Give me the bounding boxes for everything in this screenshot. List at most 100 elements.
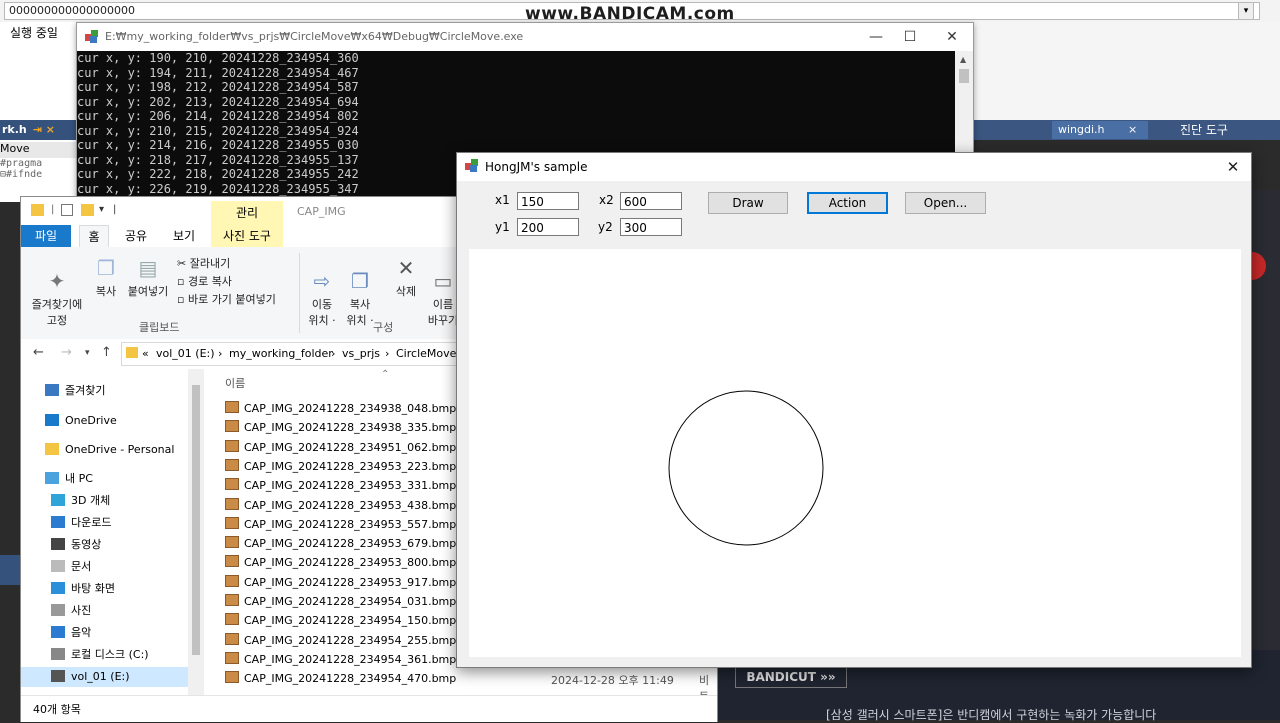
back-icon[interactable]: ← xyxy=(33,345,44,360)
sample-titlebar[interactable]: HongJM's sample ✕ xyxy=(457,153,1251,181)
desktop-icon xyxy=(51,582,65,594)
list-item[interactable]: CAP_IMG_20241228_234953_679.bmp xyxy=(225,534,456,553)
recent-chevron-icon[interactable]: ▾ xyxy=(85,348,90,358)
nav-item[interactable]: 음악 xyxy=(51,623,91,643)
breadcrumb-separator[interactable]: › xyxy=(331,343,335,365)
minimize-icon[interactable]: — xyxy=(861,27,891,47)
nav-item-label: 동영상 xyxy=(71,538,102,551)
file-name: CAP_IMG_20241228_234951_062.bmp xyxy=(244,440,457,454)
list-item[interactable]: CAP_IMG_20241228_234954_031.bmp xyxy=(225,592,456,611)
new-folder-icon[interactable] xyxy=(81,204,94,216)
list-item[interactable]: CAP_IMG_20241228_234953_557.bmp xyxy=(225,515,456,534)
copy-button[interactable]: ❐ 복사 xyxy=(91,255,121,299)
list-item[interactable]: CAP_IMG_20241228_234954_361.bmp xyxy=(225,650,456,669)
list-item[interactable]: CAP_IMG_20241228_234953_800.bmp xyxy=(225,553,456,572)
breadcrumb-segment[interactable]: my_working_folder xyxy=(229,343,333,365)
column-header-name[interactable]: 이름 xyxy=(225,375,245,391)
cloud-icon xyxy=(45,414,59,426)
breadcrumb-separator[interactable]: › xyxy=(218,343,222,365)
copy-path-icon: ▫ xyxy=(177,275,188,288)
breadcrumb-more[interactable]: « xyxy=(142,343,149,365)
scrollbar-thumb[interactable] xyxy=(959,69,969,83)
action-button[interactable]: Action xyxy=(807,192,888,214)
nav-item[interactable]: OneDrive xyxy=(45,411,117,431)
list-item[interactable]: CAP_IMG_20241228_234938_335.bmp xyxy=(225,418,456,437)
close-icon[interactable]: × xyxy=(1128,123,1137,136)
paste-button[interactable]: ▤ 붙여넣기 xyxy=(125,255,171,299)
scroll-up-icon[interactable]: ▲ xyxy=(960,55,966,64)
tab-view[interactable]: 보기 xyxy=(169,225,199,247)
nav-item[interactable]: vol_01 (E:) xyxy=(21,667,188,687)
nav-item[interactable]: 사진 xyxy=(51,601,91,621)
image-file-icon xyxy=(225,613,239,626)
draw-button[interactable]: Draw xyxy=(708,192,788,214)
list-item[interactable]: CAP_IMG_20241228_234954_150.bmp xyxy=(225,611,456,630)
sort-up-icon: ⌃ xyxy=(381,369,390,380)
pc-icon xyxy=(45,472,59,484)
scrollbar-thumb[interactable] xyxy=(192,385,200,655)
nav-item[interactable]: 3D 개체 xyxy=(51,491,110,511)
list-item[interactable]: CAP_IMG_20241228_234954_470.bmp xyxy=(225,669,456,688)
nav-item[interactable]: 다운로드 xyxy=(51,513,111,533)
close-icon[interactable]: ✕ xyxy=(1221,156,1245,178)
file-name: CAP_IMG_20241228_234953_917.bmp xyxy=(244,575,457,589)
console-titlebar[interactable]: E:₩my_working_folder₩vs_prjs₩CircleMove₩… xyxy=(77,23,973,51)
y1-input[interactable]: 200 xyxy=(517,218,579,236)
nav-item[interactable]: 바탕 화면 xyxy=(51,579,115,599)
nav-item[interactable]: 동영상 xyxy=(51,535,101,555)
list-item[interactable]: CAP_IMG_20241228_234938_048.bmp xyxy=(225,399,456,418)
cube-icon xyxy=(51,494,65,506)
tab-file[interactable]: 파일 xyxy=(21,225,71,247)
breadcrumb-segment[interactable]: CircleMove xyxy=(396,343,456,365)
nav-item[interactable]: 즐겨찾기 xyxy=(45,381,105,401)
tab-wingdi[interactable]: wingdi.h × xyxy=(1052,121,1148,139)
y2-input[interactable]: 300 xyxy=(620,218,682,236)
console-line: cur x, y: 210, 215, 20241228_234954_924 xyxy=(77,123,359,138)
open-button[interactable]: Open... xyxy=(905,192,986,214)
chevron-down-icon[interactable]: ▾ xyxy=(1238,2,1254,20)
rename-button[interactable]: ▭ 이름 바꾸기 xyxy=(427,255,459,328)
pin-icon[interactable]: ⇥ × xyxy=(33,123,55,136)
ide-project-label: Move xyxy=(0,142,80,158)
ide-code-editor[interactable]: #pragma ⊟#ifnde xyxy=(0,158,80,198)
delete-button[interactable]: ✕ 삭제 xyxy=(391,255,421,299)
image-file-icon xyxy=(225,478,239,491)
cut-button[interactable]: ✂ 잘라내기 xyxy=(177,255,230,271)
ide-file-tab[interactable]: rk.h ⇥ × xyxy=(0,120,82,140)
up-icon[interactable]: ↑ xyxy=(101,345,112,360)
tab-manage[interactable]: 관리 xyxy=(211,201,283,225)
nav-item[interactable]: 로컬 디스크 (C:) xyxy=(51,645,149,665)
pin-button[interactable]: ✦ 즐겨찾기에 고정 xyxy=(27,255,87,328)
paste-shortcut-label: 바로 가기 붙여넣기 xyxy=(187,293,276,306)
paste-shortcut-button[interactable]: ▫ 바로 가기 붙여넣기 xyxy=(177,291,276,307)
x2-input[interactable]: 600 xyxy=(620,192,682,210)
nav-item[interactable]: OneDrive - Personal xyxy=(45,440,174,460)
breadcrumb-segment[interactable]: vs_prjs xyxy=(342,343,380,365)
list-item[interactable]: CAP_IMG_20241228_234951_062.bmp xyxy=(225,438,456,457)
forward-icon[interactable]: → xyxy=(61,345,72,360)
breadcrumb-separator[interactable]: › xyxy=(385,343,389,365)
nav-scrollbar[interactable] xyxy=(188,369,204,695)
list-item[interactable]: CAP_IMG_20241228_234953_331.bmp xyxy=(225,476,456,495)
bandicut-button[interactable]: BANDICUT »» xyxy=(735,666,847,688)
list-item[interactable]: CAP_IMG_20241228_234953_438.bmp xyxy=(225,496,456,515)
x1-input[interactable]: 150 xyxy=(517,192,579,210)
tab-picture-tools[interactable]: 사진 도구 xyxy=(211,225,283,247)
chevron-down-icon[interactable]: ▾ xyxy=(99,204,112,216)
paste-button-label: 붙여넣기 xyxy=(127,285,169,298)
nav-item[interactable]: 내 PC xyxy=(45,469,93,489)
copy-path-button[interactable]: ▫ 경로 복사 xyxy=(177,273,232,289)
list-item[interactable]: CAP_IMG_20241228_234953_917.bmp xyxy=(225,573,456,592)
close-icon[interactable]: ✕ xyxy=(937,27,967,47)
copy-to-button[interactable]: ❐ 복사 위치 · xyxy=(343,255,377,328)
maximize-icon[interactable]: ☐ xyxy=(895,27,925,47)
properties-icon[interactable] xyxy=(61,204,73,216)
drawing-canvas[interactable] xyxy=(469,249,1241,657)
move-to-button[interactable]: ⇨ 이동 위치 · xyxy=(305,255,339,328)
tab-share[interactable]: 공유 xyxy=(121,225,151,247)
list-item[interactable]: CAP_IMG_20241228_234954_255.bmp xyxy=(225,631,456,650)
tab-home[interactable]: 홈 xyxy=(79,225,109,248)
list-item[interactable]: CAP_IMG_20241228_234953_223.bmp xyxy=(225,457,456,476)
nav-item[interactable]: 문서 xyxy=(51,557,91,577)
breadcrumb-segment[interactable]: vol_01 (E:) xyxy=(156,343,215,365)
